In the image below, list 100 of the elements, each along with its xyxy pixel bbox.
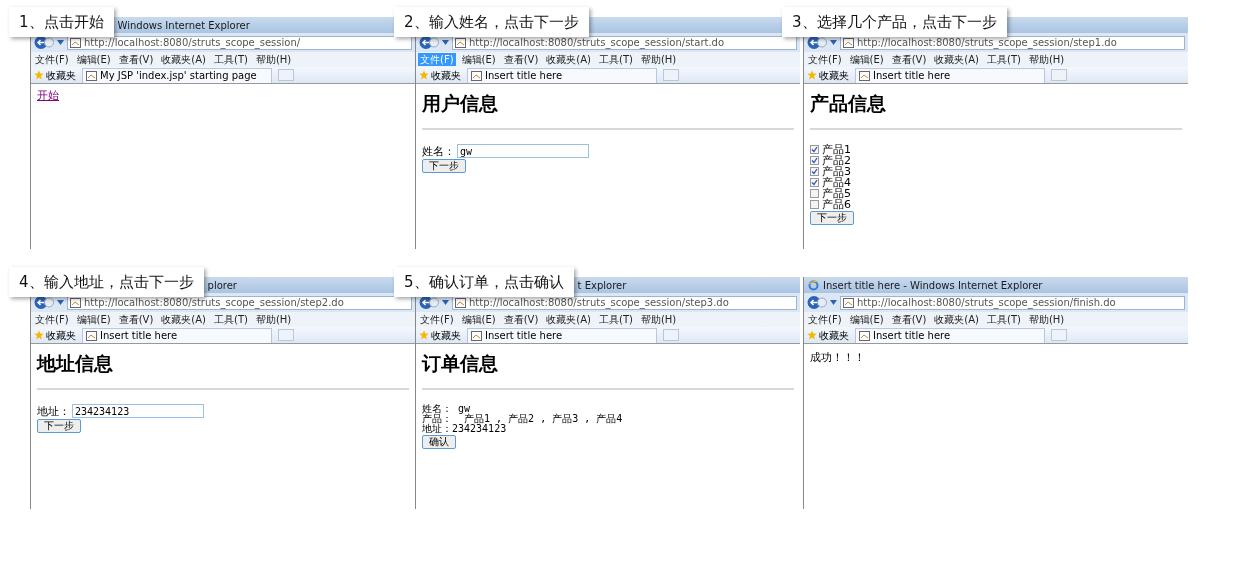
input-field[interactable]: gw: [457, 144, 589, 158]
back-button-icon[interactable]: [419, 35, 439, 50]
tab-title: Insert title here: [485, 69, 563, 83]
menu-item[interactable]: 工具(T): [597, 313, 635, 326]
dropdown-caret-icon[interactable]: [830, 300, 837, 305]
menu-item[interactable]: 编辑(E): [74, 313, 113, 326]
browser-tab[interactable]: Insert title here: [82, 327, 272, 343]
menu-item[interactable]: 工具(T): [597, 53, 635, 66]
back-button-icon[interactable]: [807, 295, 827, 310]
checkbox[interactable]: [810, 145, 819, 154]
address-bar[interactable]: http://localhost:8080/struts_scope_session/step3.do: [452, 295, 797, 310]
menu-item[interactable]: 查看(V): [889, 313, 929, 326]
menu-item[interactable]: 文件(F): [806, 313, 844, 326]
dropdown-caret-icon[interactable]: [830, 40, 837, 45]
menu-item[interactable]: 帮助(H): [253, 53, 294, 66]
submit-button[interactable]: 下一步: [422, 159, 466, 173]
menu-item[interactable]: 帮助(H): [253, 313, 294, 326]
page-icon: [86, 70, 97, 81]
input-field[interactable]: 234234123: [72, 404, 204, 418]
checkbox[interactable]: [810, 189, 819, 198]
menu-item[interactable]: 编辑(E): [459, 53, 498, 66]
favorites-button[interactable]: 收藏夹: [431, 67, 461, 83]
menu-item[interactable]: 收藏夹(A): [544, 313, 593, 326]
menu-item[interactable]: 文件(F): [418, 313, 456, 326]
checkbox[interactable]: [810, 178, 819, 187]
menu-item[interactable]: 帮助(H): [1026, 53, 1067, 66]
star-icon: [34, 70, 44, 80]
checkbox[interactable]: [810, 167, 819, 176]
checkbox-label: 产品4: [822, 177, 851, 188]
address-bar[interactable]: http://localhost:8080/struts_scope_session/step1.do: [840, 35, 1185, 50]
browser-tab[interactable]: Insert title here: [467, 67, 657, 83]
page-icon: [843, 297, 854, 308]
menu-item[interactable]: 工具(T): [985, 53, 1023, 66]
menu-item[interactable]: 收藏夹(A): [544, 53, 593, 66]
menu-item[interactable]: 文件(F): [806, 53, 844, 66]
dropdown-caret-icon[interactable]: [57, 40, 64, 45]
address-bar[interactable]: http://localhost:8080/struts_scope_session/start.do: [452, 35, 797, 50]
menu-item[interactable]: 编辑(E): [847, 53, 886, 66]
menu-item[interactable]: 收藏夹(A): [932, 53, 981, 66]
submit-button[interactable]: 下一步: [37, 419, 81, 433]
menu-item[interactable]: 帮助(H): [638, 53, 679, 66]
menu-item[interactable]: 工具(T): [212, 53, 250, 66]
page-heading: 订单信息: [422, 352, 499, 374]
back-button-icon[interactable]: [419, 295, 439, 310]
menu-item[interactable]: 文件(F): [33, 313, 71, 326]
address-text: http://localhost:8080/struts_scope_session/step3.do: [469, 296, 729, 309]
browser-tab[interactable]: Insert title here: [467, 327, 657, 343]
menu-item[interactable]: 查看(V): [501, 53, 541, 66]
star-icon: [419, 70, 429, 80]
browser-tab[interactable]: Insert title here: [855, 327, 1045, 343]
summary-line: 产品： 产品1 , 产品2 , 产品3 , 产品4: [422, 414, 623, 424]
page-icon: [471, 330, 482, 341]
back-button-icon[interactable]: [807, 35, 827, 50]
favorites-button[interactable]: 收藏夹: [46, 327, 76, 343]
page-icon: [843, 37, 854, 48]
checkbox[interactable]: [810, 200, 819, 209]
star-icon: [419, 330, 429, 340]
submit-button[interactable]: 下一步: [810, 211, 854, 225]
step-caption: 2、输入姓名，点击下一步: [394, 7, 589, 37]
address-bar[interactable]: http://localhost:8080/struts_scope_session/finish.do: [840, 295, 1185, 310]
menu-item[interactable]: 查看(V): [501, 313, 541, 326]
favorites-button[interactable]: 收藏夹: [431, 327, 461, 343]
menu-item[interactable]: 编辑(E): [459, 313, 498, 326]
address-bar[interactable]: http://localhost:8080/struts_scope_session/step2.do: [67, 295, 412, 310]
tab-title: Insert title here: [873, 69, 951, 83]
menu-item[interactable]: 收藏夹(A): [932, 313, 981, 326]
back-button-icon[interactable]: [34, 295, 54, 310]
menu-item[interactable]: 编辑(E): [847, 313, 886, 326]
step-caption: 3、选择几个产品，点击下一步: [782, 7, 1007, 37]
menu-item[interactable]: 工具(T): [212, 313, 250, 326]
tab-title: Insert title here: [485, 329, 563, 343]
browser-logo-icon: [808, 279, 819, 291]
dropdown-caret-icon[interactable]: [442, 40, 449, 45]
address-bar[interactable]: http://localhost:8080/struts_scope_session/: [67, 35, 412, 50]
browser-tab[interactable]: Insert title here: [855, 67, 1045, 83]
browser-tab[interactable]: My JSP 'index.jsp' starting page: [82, 67, 272, 83]
address-text: http://localhost:8080/struts_scope_session/step1.do: [857, 36, 1117, 49]
dropdown-caret-icon[interactable]: [57, 300, 64, 305]
menu-item[interactable]: 查看(V): [889, 53, 929, 66]
menu-item[interactable]: 帮助(H): [1026, 313, 1067, 326]
menu-item[interactable]: 收藏夹(A): [159, 313, 208, 326]
tab-title: Insert title here: [873, 329, 951, 343]
favorites-button[interactable]: 收藏夹: [46, 67, 76, 83]
menu-item[interactable]: 工具(T): [985, 313, 1023, 326]
menu-item[interactable]: 帮助(H): [638, 313, 679, 326]
favorites-button[interactable]: 收藏夹: [819, 327, 849, 343]
dropdown-caret-icon[interactable]: [442, 300, 449, 305]
menu-item[interactable]: 文件(F): [33, 53, 71, 66]
submit-button[interactable]: 确认: [422, 435, 456, 449]
favorites-button[interactable]: 收藏夹: [819, 67, 849, 83]
window-title: plorer: [207, 278, 237, 293]
page-heading: 产品信息: [810, 92, 887, 114]
start-link[interactable]: 开始: [37, 90, 59, 101]
back-button-icon[interactable]: [34, 35, 54, 50]
menu-item[interactable]: 查看(V): [116, 53, 156, 66]
page-icon: [859, 330, 870, 341]
menu-item[interactable]: 查看(V): [116, 313, 156, 326]
menu-item[interactable]: 编辑(E): [74, 53, 113, 66]
checkbox[interactable]: [810, 156, 819, 165]
menu-item[interactable]: 收藏夹(A): [159, 53, 208, 66]
